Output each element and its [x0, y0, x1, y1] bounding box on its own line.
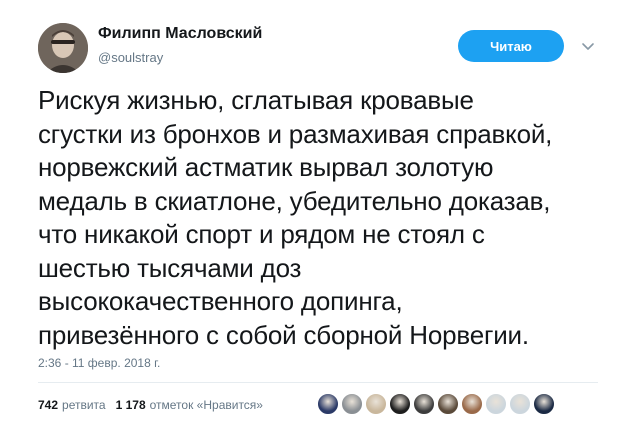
author-avatar[interactable] — [38, 23, 88, 73]
tweet-stats: 742 ретвита 1 178 отметок «Нравится» — [38, 398, 273, 412]
author-screen-name[interactable]: @soulstray — [98, 50, 163, 65]
tweet-text-line: медаль в скиатлоне, убедительно доказав, — [38, 185, 551, 216]
liker-avatar-3[interactable] — [365, 393, 387, 415]
liker-avatar-8[interactable] — [485, 393, 507, 415]
retweets-label: ретвита — [62, 398, 106, 412]
tweet-text-line: Рискуя жизнью, сглатывая кровавые — [38, 85, 474, 115]
tweet-text-line: привезённого с собой сборной Норвегии. — [38, 319, 529, 350]
tweet-text-line: норвежский астматик вырвал золотую — [38, 152, 494, 182]
chevron-down-icon[interactable] — [579, 37, 597, 55]
tweet-text-line: что никакой спорт и рядом не стоял с — [38, 219, 485, 249]
liker-avatar-4[interactable] — [389, 393, 411, 415]
likes-label: отметок «Нравится» — [149, 398, 263, 412]
retweets-count: 742 — [38, 398, 59, 412]
liker-avatar-2[interactable] — [341, 393, 363, 415]
likes-count: 1 178 — [115, 398, 146, 412]
liker-avatar-5[interactable] — [413, 393, 435, 415]
liker-avatar-10[interactable] — [533, 393, 555, 415]
tweet-timestamp[interactable]: 2:36 - 11 февр. 2018 г. — [38, 356, 160, 370]
liker-avatar-7[interactable] — [461, 393, 483, 415]
liker-avatar-9[interactable] — [509, 393, 531, 415]
likes-stat[interactable]: 1 178 отметок «Нравится» — [116, 398, 263, 412]
liker-avatar-1[interactable] — [317, 393, 339, 415]
tweet-text-line: сгустки из бронхов и размахивая справкой… — [38, 118, 553, 149]
author-display-name[interactable]: Филипп Масловский — [98, 25, 262, 43]
likers-avatars — [317, 393, 557, 415]
user-avatar-icon — [38, 23, 88, 73]
follow-button[interactable]: Читаю — [458, 30, 564, 62]
tweet-text: Рискуя жизнью, сглатывая кровавые сгустк… — [38, 84, 618, 352]
divider — [38, 382, 598, 383]
tweet-text-line: высококачественного допинга, — [38, 286, 403, 316]
tweet-text-line: шестью тысячами доз — [38, 252, 302, 283]
tweet-card: Филипп Масловский @soulstray Читаю Риску… — [0, 0, 635, 440]
liker-avatar-6[interactable] — [437, 393, 459, 415]
retweets-stat[interactable]: 742 ретвита — [38, 398, 106, 412]
